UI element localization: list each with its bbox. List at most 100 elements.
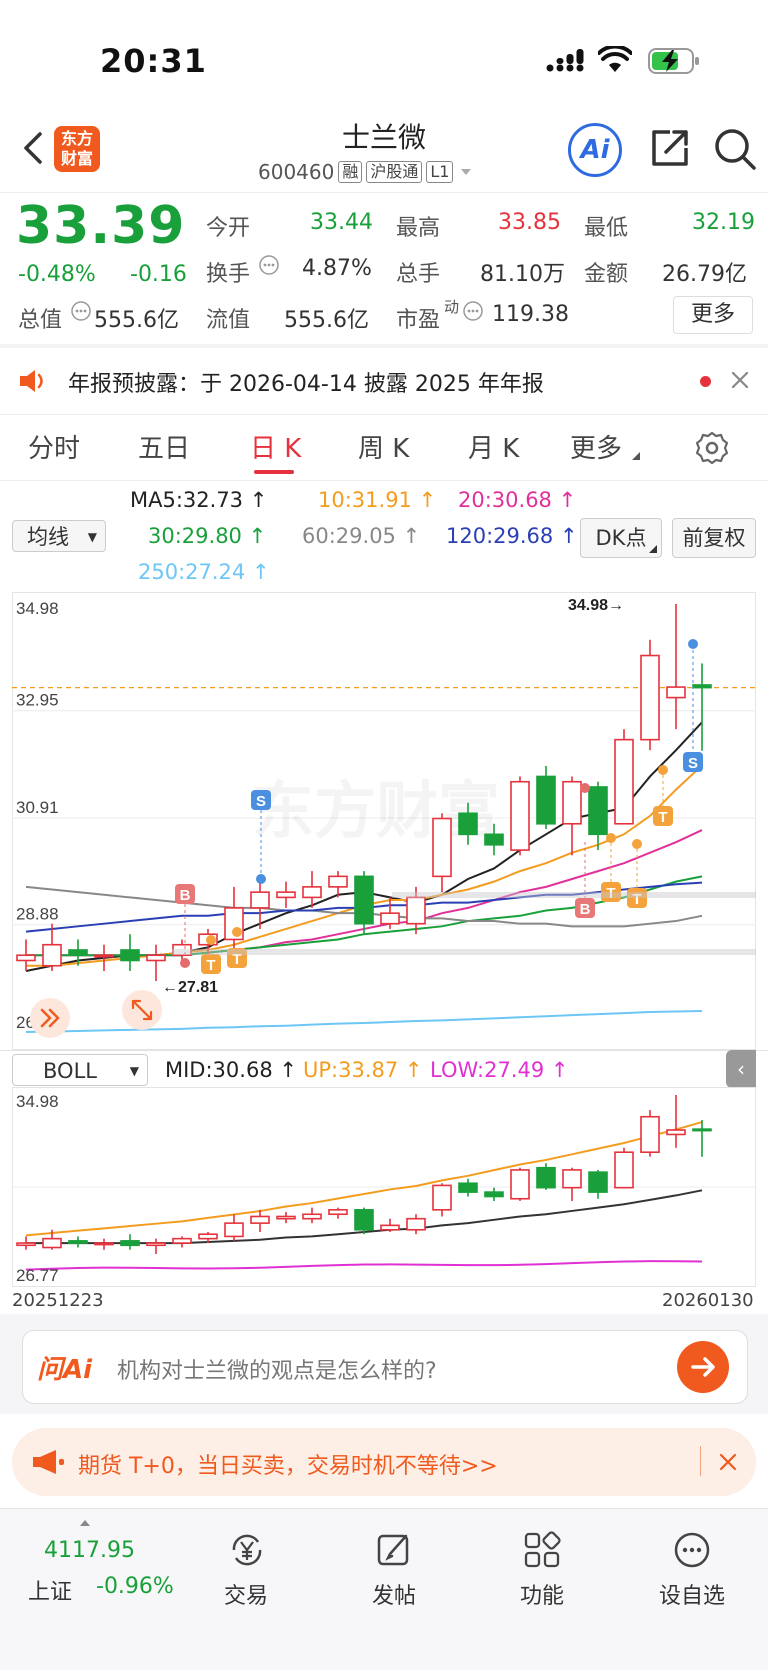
nav-add-watchlist[interactable]: 设自选	[642, 1520, 742, 1620]
ma5-label: MA5:32.73 ↑	[130, 488, 268, 512]
promo-text: 期货 T+0，当日买卖，交易时机不等待>>	[78, 1454, 498, 1479]
ask-ai-brand: 问Ai	[37, 1355, 93, 1385]
expand-chart-icon[interactable]	[30, 998, 70, 1038]
pe-value: 119.38	[492, 302, 569, 327]
more-quote-button[interactable]: 更多	[673, 296, 753, 334]
pe-label: 市盈	[396, 308, 441, 333]
gear-icon[interactable]	[694, 430, 730, 466]
candlestick-chart[interactable]: 东方财富 34.9832.9530.9128.8826.84 B B S S T…	[12, 592, 756, 1050]
tab-monthly-k[interactable]: 月 K	[468, 428, 519, 465]
tab-daily-k[interactable]: 日 K	[250, 428, 301, 465]
tab-five-day[interactable]: 五日	[138, 428, 190, 465]
dropdown-icon	[461, 169, 472, 175]
candle[interactable]	[614, 1147, 634, 1189]
bottom-nav: 4117.95 上证 -0.96% 交易 发帖 功能 设自选	[0, 1508, 768, 1670]
candle[interactable]	[614, 729, 634, 825]
eastmoney-logo: 东方 财富	[54, 126, 100, 172]
y-tick-label: 28.88	[16, 905, 59, 924]
caret-up-icon[interactable]	[78, 1518, 92, 1528]
nav-functions-label: 功能	[519, 1584, 564, 1609]
info-icon[interactable]	[258, 254, 280, 276]
boll-chart[interactable]: 34.98 26.77	[12, 1087, 756, 1287]
index-name[interactable]: 上证	[28, 1574, 72, 1606]
more-dots-icon	[674, 1532, 710, 1568]
corner-triangle-icon	[649, 545, 657, 553]
ai-button[interactable]: Ai	[568, 123, 622, 177]
boll-low-label: LOW:27.49 ↑	[430, 1058, 569, 1082]
volume-label: 总手	[396, 262, 441, 287]
ma30-label: 30:29.80 ↑	[148, 524, 267, 548]
low-annotation: ←27.81	[162, 979, 218, 996]
high-value: 33.85	[498, 210, 561, 235]
svg-text:S: S	[256, 793, 266, 810]
divider	[700, 1446, 701, 1476]
candle[interactable]	[536, 1163, 556, 1190]
ask-submit-button[interactable]	[677, 1341, 729, 1393]
low-value: 32.19	[692, 210, 755, 235]
close-icon[interactable]	[718, 1452, 738, 1472]
svg-text:B: B	[180, 887, 191, 904]
change-percent: -0.48%	[18, 262, 96, 287]
total-cap-value: 555.6亿	[94, 308, 179, 333]
ma60-label: 60:29.05 ↑	[302, 524, 421, 548]
connect-tag: 沪股通	[366, 161, 423, 183]
info-icon[interactable]	[462, 300, 484, 322]
ask-ai-input[interactable]: 问Ai 机构对士兰微的观点是怎么样的?	[22, 1330, 748, 1404]
tab-intraday[interactable]: 分时	[28, 428, 80, 465]
back-arrow-icon[interactable]	[16, 128, 50, 168]
candle[interactable]	[510, 776, 530, 856]
low-label: 最低	[584, 216, 629, 241]
yen-exchange-icon	[232, 1534, 262, 1566]
boll-mid-label: MID:30.68 ↑	[165, 1058, 297, 1082]
ma10-label: 10:31.91 ↑	[318, 488, 437, 512]
signal-icon	[546, 49, 584, 72]
float-cap-value: 555.6亿	[284, 308, 369, 333]
index-value[interactable]: 4117.95	[44, 1538, 135, 1563]
indicator-select[interactable]: BOLL ▼	[12, 1054, 148, 1086]
candle[interactable]	[510, 1167, 530, 1201]
svg-text:B: B	[580, 901, 591, 918]
tab-more[interactable]: 更多	[570, 428, 622, 465]
tab-weekly-k[interactable]: 周 K	[358, 428, 409, 465]
float-cap-label: 流值	[206, 308, 251, 333]
status-time: 20:31	[100, 42, 207, 80]
search-icon[interactable]	[712, 126, 758, 172]
grid-apps-icon	[524, 1531, 561, 1568]
candle[interactable]	[354, 1207, 374, 1235]
index-change[interactable]: -0.96%	[96, 1574, 174, 1599]
stock-code-line[interactable]: 600460 融 沪股通 L1	[258, 160, 475, 184]
boll-up-label: UP:33.87 ↑	[303, 1058, 423, 1082]
promo-banner[interactable]: 期货 T+0，当日买卖，交易时机不等待>>	[12, 1428, 756, 1496]
status-bar: 20:31	[0, 0, 768, 120]
edit-icon	[377, 1534, 409, 1566]
nav-functions[interactable]: 功能	[492, 1520, 592, 1620]
boll-tick-high: 34.98	[16, 1092, 59, 1111]
divider	[0, 192, 768, 193]
close-icon[interactable]	[730, 370, 750, 390]
ma250-label: 250:27.24 ↑	[138, 560, 270, 584]
share-icon[interactable]	[648, 126, 692, 170]
collapse-panel-button[interactable]: ‹	[726, 1050, 756, 1088]
x-axis-start: 20251223	[12, 1290, 104, 1311]
divider	[0, 414, 768, 415]
y-tick-label: 34.98	[16, 599, 59, 618]
price-adjust-button[interactable]: 前复权	[672, 518, 756, 558]
notice-bar[interactable]: 年报预披露：于 2026-04-14 披露 2025 年年报	[0, 348, 768, 414]
arrow-right-icon	[691, 1357, 715, 1377]
high-label: 最高	[396, 216, 441, 241]
boll-tick-low: 26.77	[16, 1266, 59, 1285]
candle[interactable]	[640, 1110, 660, 1157]
ma120-label: 120:29.68 ↑	[446, 524, 578, 548]
watermark-logo: 东方财富	[252, 777, 500, 846]
nav-trade[interactable]: 交易	[196, 1520, 296, 1620]
divider	[0, 480, 768, 481]
fullscreen-icon[interactable]	[122, 990, 162, 1030]
svg-text:S: S	[688, 755, 698, 772]
x-axis-end: 20260130	[662, 1290, 754, 1311]
candle[interactable]	[640, 639, 660, 751]
high-annotation: 34.98→	[568, 597, 624, 614]
wifi-icon	[598, 46, 632, 72]
indicator-select[interactable]: 均线 ▼	[12, 520, 106, 552]
nav-post[interactable]: 发帖	[344, 1520, 444, 1620]
info-icon[interactable]	[70, 300, 92, 322]
